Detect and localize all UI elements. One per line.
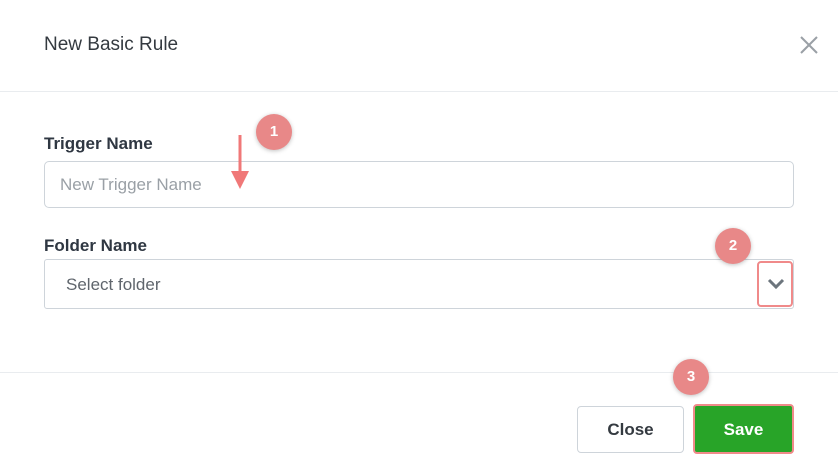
folder-select-value: Select folder <box>66 275 161 294</box>
step-badge-2: 2 <box>715 228 751 264</box>
folder-name-label: Folder Name <box>44 236 147 255</box>
dialog-header: New Basic Rule <box>0 0 838 92</box>
step-badge-3: 3 <box>673 359 709 395</box>
save-button[interactable]: Save <box>693 404 794 454</box>
folder-select[interactable]: Select folder <box>44 259 794 309</box>
footer-divider <box>0 372 838 373</box>
trigger-name-input[interactable] <box>44 161 794 208</box>
close-button[interactable]: Close <box>577 406 684 453</box>
step-badge-1: 1 <box>256 114 292 150</box>
dialog-title: New Basic Rule <box>44 34 179 55</box>
chevron-down-icon[interactable] <box>757 261 793 307</box>
close-icon[interactable] <box>796 32 822 58</box>
down-arrow-icon <box>231 135 249 189</box>
new-basic-rule-dialog: New Basic Rule Trigger Name Folder Name … <box>0 0 838 476</box>
trigger-name-label: Trigger Name <box>44 134 153 153</box>
